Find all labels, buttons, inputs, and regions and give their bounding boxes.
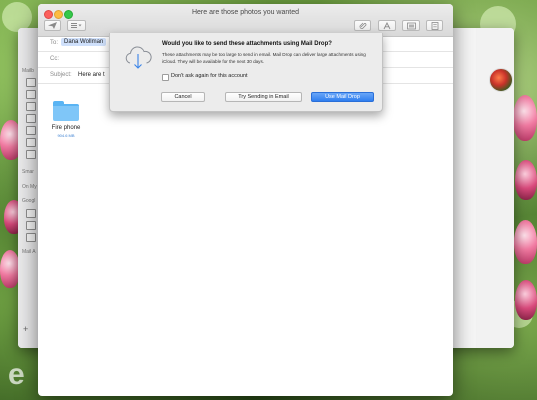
sidebar-smart-label: Smar bbox=[22, 169, 34, 175]
inbox-icon[interactable] bbox=[26, 78, 36, 87]
dont-ask-label[interactable]: Don't ask again for this account bbox=[171, 73, 248, 79]
photo-browser-icon bbox=[406, 22, 416, 30]
add-mailbox-icon[interactable]: + bbox=[23, 324, 28, 334]
stationery-icon bbox=[431, 22, 438, 30]
format-icon bbox=[383, 21, 391, 30]
google-folder-icon[interactable] bbox=[26, 209, 36, 218]
archive-icon[interactable] bbox=[26, 150, 36, 159]
stationery-button[interactable] bbox=[426, 20, 443, 31]
to-label: To: bbox=[50, 40, 59, 46]
mail-drop-dialog: Would you like to send these attachments… bbox=[109, 33, 383, 112]
contact-avatar bbox=[489, 68, 513, 92]
send-button[interactable] bbox=[44, 20, 61, 31]
header-fields-button[interactable] bbox=[67, 20, 86, 31]
format-button[interactable] bbox=[378, 20, 396, 31]
google-folder-icon[interactable] bbox=[26, 233, 36, 242]
subject-input[interactable]: Here are t bbox=[78, 72, 105, 78]
attachment-icon bbox=[359, 22, 366, 29]
recipient-token[interactable]: Dana Wollman bbox=[61, 38, 107, 46]
try-sending-in-email-button[interactable]: Try Sending in Email bbox=[225, 92, 302, 102]
cloud-download-icon bbox=[125, 46, 152, 69]
subject-label: Subject: bbox=[50, 72, 72, 78]
sidebar-mailboxes-label: Mailb bbox=[22, 68, 34, 74]
list-icon bbox=[71, 23, 82, 28]
watermark: e bbox=[8, 358, 25, 391]
dialog-title: Would you like to send these attachments… bbox=[162, 41, 332, 47]
photo-browser-button[interactable] bbox=[402, 20, 420, 31]
attachment-size: 904.6 MB bbox=[57, 133, 75, 138]
flag-icon[interactable] bbox=[26, 90, 36, 99]
junk-icon[interactable] bbox=[26, 126, 36, 135]
send-icon bbox=[48, 22, 57, 29]
sidebar-on-my-mac-label: On My bbox=[22, 184, 37, 190]
dont-ask-checkbox[interactable] bbox=[162, 74, 169, 81]
attachment-name: Fire phone bbox=[51, 125, 81, 131]
cc-label: Cc: bbox=[50, 56, 59, 62]
sent-icon[interactable] bbox=[26, 114, 36, 123]
cancel-button[interactable]: Cancel bbox=[161, 92, 205, 102]
attach-button[interactable] bbox=[354, 20, 371, 31]
trash-icon[interactable] bbox=[26, 138, 36, 147]
window-title: Here are those photos you wanted bbox=[191, 9, 299, 16]
google-folder-icon[interactable] bbox=[26, 221, 36, 230]
sidebar-mail-activity-label: Mail A bbox=[22, 249, 36, 255]
sidebar-google-label: Googl bbox=[22, 198, 36, 204]
dialog-message: These attachments may be too large to se… bbox=[162, 52, 366, 64]
folder-icon[interactable] bbox=[53, 101, 79, 121]
use-mail-drop-button[interactable]: Use Mail Drop bbox=[311, 92, 374, 102]
drafts-icon[interactable] bbox=[26, 102, 36, 111]
